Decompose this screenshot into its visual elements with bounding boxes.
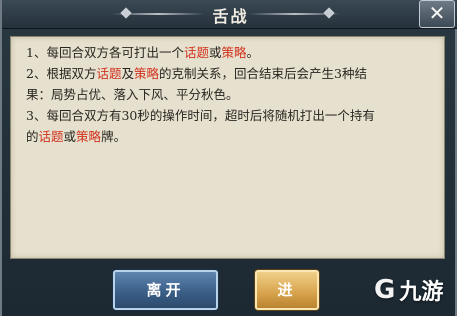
rule-2-rest: 的克制关系，回合结束后会产生3种结 [159,66,367,81]
rule-1-or: 或 [208,45,222,60]
topic-keyword: 话题 [38,129,64,144]
rule-1-end: 。 [246,45,260,60]
rule-3: 3、每回合双方有30秒的操作时间，超时后将随机打出一个持有 的话题或策略牌。 [26,105,441,147]
topic-keyword: 话题 [183,45,209,60]
title-bar: 舌战 ✕ [2,0,457,29]
strategy-keyword: 策略 [133,66,159,81]
enter-button[interactable]: 进 [255,270,319,310]
rule-1: 1、每回合双方各可打出一个话题或策略。 [26,42,441,63]
close-icon: ✕ [428,1,446,25]
rule-3-end: 牌。 [101,129,127,144]
topic-keyword: 话题 [96,66,122,81]
jiuyou-logo-icon: G [374,275,396,305]
rule-1-text: 1、每回合双方各可打出一个 [26,45,184,60]
rule-2: 2、根据双方话题及策略的克制关系，回合结束后会产生3种结果：局势占优、落入下风、… [26,63,441,105]
rule-2-outcomes: 果：局势占优、落入下风、平分秋色。 [26,87,239,102]
rule-2-and: 及 [121,66,134,81]
rule-3-or: 或 [63,129,77,144]
close-button[interactable]: ✕ [419,0,455,28]
leave-button[interactable]: 离开 [113,270,218,310]
jiuyou-watermark: G 九游 [374,270,443,310]
strategy-keyword: 策略 [221,45,247,60]
title-ornament-right [249,13,341,15]
rule-3-de: 的 [26,129,39,144]
rule-3-text: 3、每回合双方有30秒的操作时间，超时后将随机打出一个持有 [26,108,375,123]
watermark-text: 九游 [399,280,444,305]
rules-text: 1、每回合双方各可打出一个话题或策略。 2、根据双方话题及策略的克制关系，回合结… [26,42,441,147]
rule-2-text: 2、根据双方 [26,66,97,81]
strategy-keyword: 策略 [76,129,102,144]
dialog-title: 舌战 [212,7,249,26]
debate-rules-dialog: 舌战 ✕ 1、每回合双方各可打出一个话题或策略。 2、根据双方话题及策略的克制关… [0,0,457,316]
